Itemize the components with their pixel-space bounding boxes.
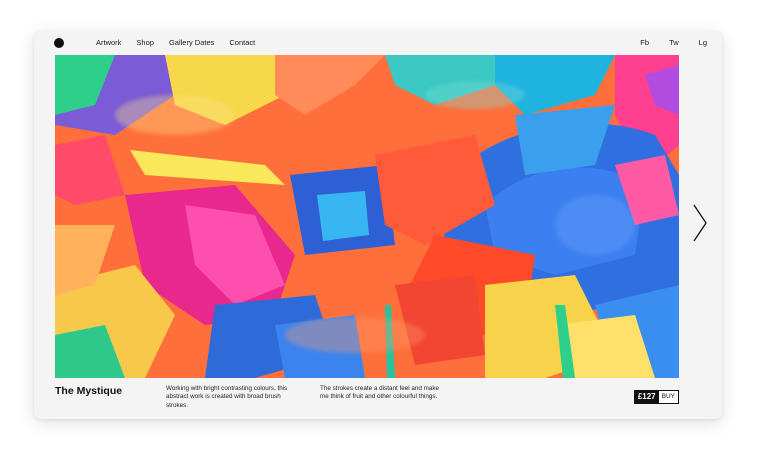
gallery-card: Artwork Shop Gallery Dates Contact Fb Tw… (34, 31, 722, 419)
abstract-painting (55, 55, 679, 378)
price-buy-group: £127 BUY (633, 390, 679, 404)
nav-gallery-dates[interactable]: Gallery Dates (169, 38, 214, 47)
social-facebook[interactable]: Fb (640, 38, 649, 47)
artwork-description-2: The strokes create a distant feel and ma… (320, 385, 440, 401)
logo-dot-icon[interactable] (54, 38, 64, 48)
artwork-description-1: Working with bright contrasting colours,… (166, 385, 288, 409)
chevron-right-icon[interactable] (692, 203, 708, 243)
artwork-title: The Mystique (55, 385, 123, 397)
nav-contact[interactable]: Contact (229, 38, 255, 47)
social-twitter[interactable]: Tw (669, 38, 679, 47)
nav-shop[interactable]: Shop (136, 38, 154, 47)
price-label: £127 (634, 391, 659, 403)
social-links: Fb Tw Lg (640, 38, 707, 47)
nav-artwork[interactable]: Artwork (96, 38, 121, 47)
nav-links: Artwork Shop Gallery Dates Contact (96, 38, 255, 47)
top-nav: Artwork Shop Gallery Dates Contact Fb Tw… (34, 31, 722, 55)
artwork-image (55, 55, 679, 378)
social-linkedin[interactable]: Lg (699, 38, 707, 47)
buy-button[interactable]: BUY (658, 391, 678, 403)
